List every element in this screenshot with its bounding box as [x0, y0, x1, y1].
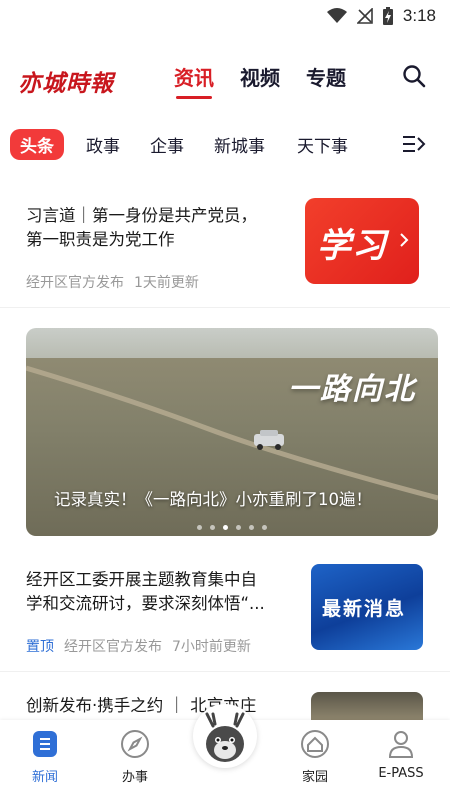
chevron-right-icon: [400, 233, 409, 247]
nav-services[interactable]: 办事: [100, 728, 170, 785]
pagination-dot[interactable]: [223, 525, 228, 530]
news-thumbnail: 学习: [305, 198, 419, 284]
pagination-dot[interactable]: [197, 525, 202, 530]
category-business[interactable]: 企事: [150, 132, 184, 157]
banner-caption: 记录真实！《一路向北》小亦重刷了10遍！: [54, 490, 372, 509]
pagination-dot[interactable]: [262, 525, 267, 530]
bottom-navigation: 新闻 办事 家园 E-PASS: [0, 704, 450, 800]
news-thumbnail: [311, 692, 423, 720]
news-icon: [33, 731, 57, 757]
news-source: 经开区官方发布: [26, 275, 124, 291]
nav-home[interactable]: 家园: [280, 728, 350, 785]
thumbnail-text: 学习: [317, 226, 387, 266]
nav-label: 家园: [301, 770, 328, 785]
banner-overlay-title: 一路向北: [288, 372, 416, 407]
nav-news[interactable]: 新闻: [10, 728, 80, 785]
nav-label: E-PASS: [378, 766, 424, 781]
search-button[interactable]: [402, 64, 426, 92]
news-title-line: 习言道｜第一身份是共产党员，: [26, 206, 257, 225]
status-time: 3:18: [402, 6, 436, 25]
mascot-center-button[interactable]: [193, 704, 257, 768]
main-tabs: 资讯 视频 专题: [174, 62, 346, 99]
news-source: 经开区官方发布: [64, 639, 162, 655]
category-politics[interactable]: 政事: [86, 132, 120, 157]
news-time: 7小时前更新: [172, 639, 251, 655]
news-title-line: 学和交流研讨，要求深刻体悟“...: [26, 594, 265, 613]
tab-video[interactable]: 视频: [240, 62, 280, 91]
category-headline[interactable]: 头条: [10, 129, 64, 160]
news-item[interactable]: 经开区工委开展主题教育集中自 学和交流研讨，要求深刻体悟“... 置顶 经开区官…: [0, 560, 450, 672]
news-item[interactable]: 习言道｜第一身份是共产党员， 第一职责是为党工作 经开区官方发布 1天前更新 学…: [0, 196, 450, 308]
pagination-dot[interactable]: [236, 525, 241, 530]
app-logo: 亦城時報: [18, 70, 114, 97]
news-meta: 经开区官方发布 1天前更新: [26, 272, 199, 292]
nav-epass[interactable]: E-PASS: [366, 728, 436, 781]
search-icon: [403, 65, 426, 88]
pinned-badge: 置顶: [26, 639, 54, 655]
news-title-line: 第一职责是为党工作: [26, 230, 175, 249]
category-new-city[interactable]: 新城事: [214, 132, 265, 157]
news-time: 1天前更新: [134, 275, 199, 291]
banner-pagination: [26, 525, 438, 530]
news-meta: 置顶 经开区官方发布 7小时前更新: [26, 636, 251, 656]
news-title-line: 经开区工委开展主题教育集中自: [26, 570, 257, 589]
battery-charging-icon: [382, 7, 393, 25]
pagination-dot[interactable]: [210, 525, 215, 530]
status-bar: 3:18: [0, 0, 450, 34]
nav-label: 新闻: [31, 770, 58, 785]
category-more-button[interactable]: [402, 134, 426, 158]
deer-mascot-icon: [205, 712, 245, 762]
wifi-icon: [326, 8, 347, 23]
menu-more-icon: [403, 136, 426, 152]
tab-news[interactable]: 资讯: [174, 62, 214, 99]
news-title: 经开区工委开展主题教育集中自 学和交流研讨，要求深刻体悟“...: [26, 568, 265, 616]
compass-icon: [121, 730, 149, 758]
no-signal-icon: [356, 8, 373, 24]
thumbnail-text: 最新消息: [322, 598, 407, 620]
news-title: 习言道｜第一身份是共产党员， 第一职责是为党工作: [26, 204, 257, 252]
person-icon: [388, 731, 414, 758]
pagination-dot[interactable]: [249, 525, 254, 530]
category-strip: 头条 政事 企事 新城事 天下事: [0, 128, 450, 164]
status-icons: 3:18: [326, 6, 436, 26]
news-thumbnail: 最新消息: [311, 564, 423, 650]
tab-topics[interactable]: 专题: [306, 62, 346, 91]
featured-banner[interactable]: 一路向北 记录真实！《一路向北》小亦重刷了10遍！: [26, 328, 438, 536]
nav-label: 办事: [121, 770, 148, 785]
category-world[interactable]: 天下事: [297, 132, 348, 157]
app-header: 亦城時報 资讯 视频 专题: [0, 52, 450, 104]
home-icon: [301, 730, 329, 758]
